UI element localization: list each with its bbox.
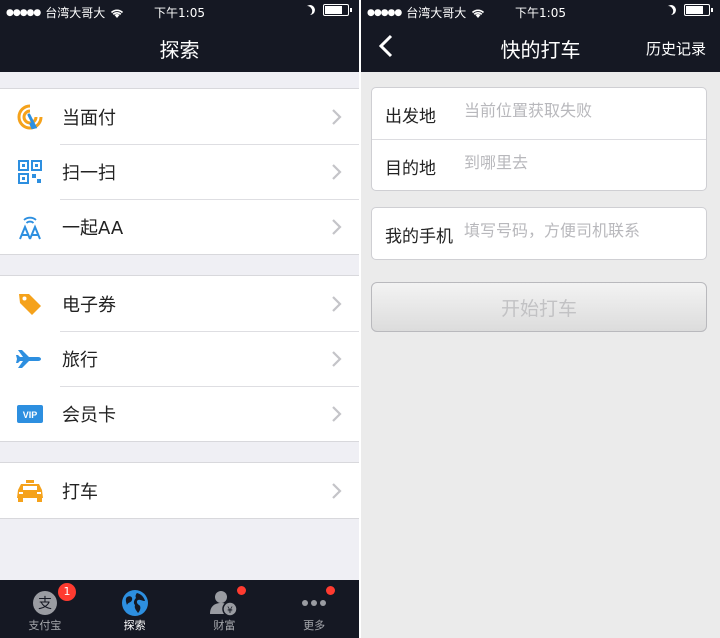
phone-label: 我的手机 — [385, 227, 453, 247]
menu-item-label: 扫一扫 — [62, 162, 116, 184]
tab-bar: 支 1 支付宝 探索 ¥ 财富 更多 — [0, 580, 359, 638]
tab-alipay[interactable]: 支 1 支付宝 — [0, 580, 90, 638]
history-button[interactable]: 历史记录 — [646, 38, 706, 59]
coupon-tag-icon — [16, 290, 44, 318]
menu-item-scan[interactable]: 扫一扫 — [0, 144, 359, 199]
chevron-right-icon — [332, 109, 342, 125]
destination-label: 目的地 — [385, 159, 436, 179]
nav-bar: ●●●●● 台湾大哥大 下午1:05 快的打车 历史记录 — [361, 0, 720, 72]
menu-item-travel[interactable]: 旅行 — [0, 331, 359, 386]
phone-input[interactable] — [464, 221, 694, 240]
menu-item-face-pay[interactable]: 当面付 — [0, 89, 359, 144]
notification-dot — [326, 586, 336, 595]
menu-item-coupon[interactable]: 电子券 — [0, 276, 359, 331]
tab-label: 支付宝 — [28, 619, 62, 632]
menu-group-1: 当面付 扫一扫 一起AA — [0, 88, 359, 255]
airplane-icon — [16, 345, 44, 373]
tab-label: 更多 — [303, 619, 326, 632]
chevron-right-icon — [332, 351, 342, 367]
chevron-right-icon — [332, 164, 342, 180]
vip-card-text: VIP — [23, 410, 38, 420]
menu-item-label: 会员卡 — [62, 404, 116, 426]
do-not-disturb-icon — [665, 4, 678, 17]
menu-item-label: 一起AA — [62, 217, 124, 239]
taxi-screen: ●●●●● 台湾大哥大 下午1:05 快的打车 历史记录 出发地 目的地 我的手… — [361, 0, 720, 638]
tab-explore[interactable]: 探索 — [90, 580, 180, 638]
menu-item-label: 当面付 — [62, 107, 116, 129]
vip-card-icon: VIP — [16, 400, 44, 428]
origin-row: 出发地 — [372, 88, 706, 139]
menu-item-label: 打车 — [62, 481, 98, 503]
chevron-right-icon — [332, 406, 342, 422]
status-bar: ●●●●● 台湾大哥大 下午1:05 — [0, 0, 359, 22]
do-not-disturb-icon — [304, 4, 317, 17]
menu-item-label: 旅行 — [62, 349, 98, 371]
menu-item-vip-card[interactable]: VIP 会员卡 — [0, 386, 359, 441]
menu-item-aa[interactable]: 一起AA — [0, 199, 359, 254]
tab-more[interactable]: 更多 — [269, 580, 359, 638]
chevron-right-icon — [332, 296, 342, 312]
battery-icon — [684, 4, 713, 16]
svg-text:¥: ¥ — [228, 606, 234, 616]
destination-row: 目的地 — [372, 139, 706, 190]
menu-item-taxi[interactable]: 打车 — [0, 463, 359, 518]
more-dots-icon — [302, 600, 327, 606]
start-taxi-button[interactable]: 开始打车 — [371, 282, 707, 332]
tab-label: 探索 — [123, 619, 146, 632]
notification-badge: 1 — [58, 583, 76, 601]
chevron-right-icon — [332, 483, 342, 499]
origin-label: 出发地 — [385, 107, 436, 127]
menu-item-label: 电子券 — [62, 294, 116, 316]
tab-label: 财富 — [213, 619, 236, 632]
destination-input[interactable] — [464, 153, 694, 172]
notification-dot — [236, 586, 246, 595]
face-pay-icon — [16, 103, 44, 131]
chevron-right-icon — [332, 219, 342, 235]
explore-screen: ●●●●● 台湾大哥大 下午1:05 探索 当面付 扫一扫 一起AA 电子券 旅… — [0, 0, 359, 638]
menu-group-3: 打车 — [0, 462, 359, 519]
svg-text:支: 支 — [38, 596, 52, 612]
phone-card: 我的手机 — [371, 207, 707, 260]
nav-bar: ●●●●● 台湾大哥大 下午1:05 探索 — [0, 0, 359, 72]
battery-icon — [323, 4, 352, 16]
menu-group-2: 电子券 旅行 VIP 会员卡 — [0, 275, 359, 442]
origin-input[interactable] — [464, 101, 694, 120]
alipay-icon: 支 — [32, 591, 57, 615]
phone-row: 我的手机 — [372, 208, 706, 259]
route-card: 出发地 目的地 — [371, 87, 707, 191]
aa-split-icon — [16, 213, 44, 241]
tab-wealth[interactable]: ¥ 财富 — [180, 580, 270, 638]
globe-icon — [121, 590, 148, 616]
qr-scan-icon — [16, 158, 44, 186]
status-bar: ●●●●● 台湾大哥大 下午1:05 — [361, 0, 720, 22]
wealth-icon: ¥ — [210, 591, 239, 617]
page-title: 探索 — [159, 38, 200, 62]
taxi-icon — [16, 477, 44, 505]
